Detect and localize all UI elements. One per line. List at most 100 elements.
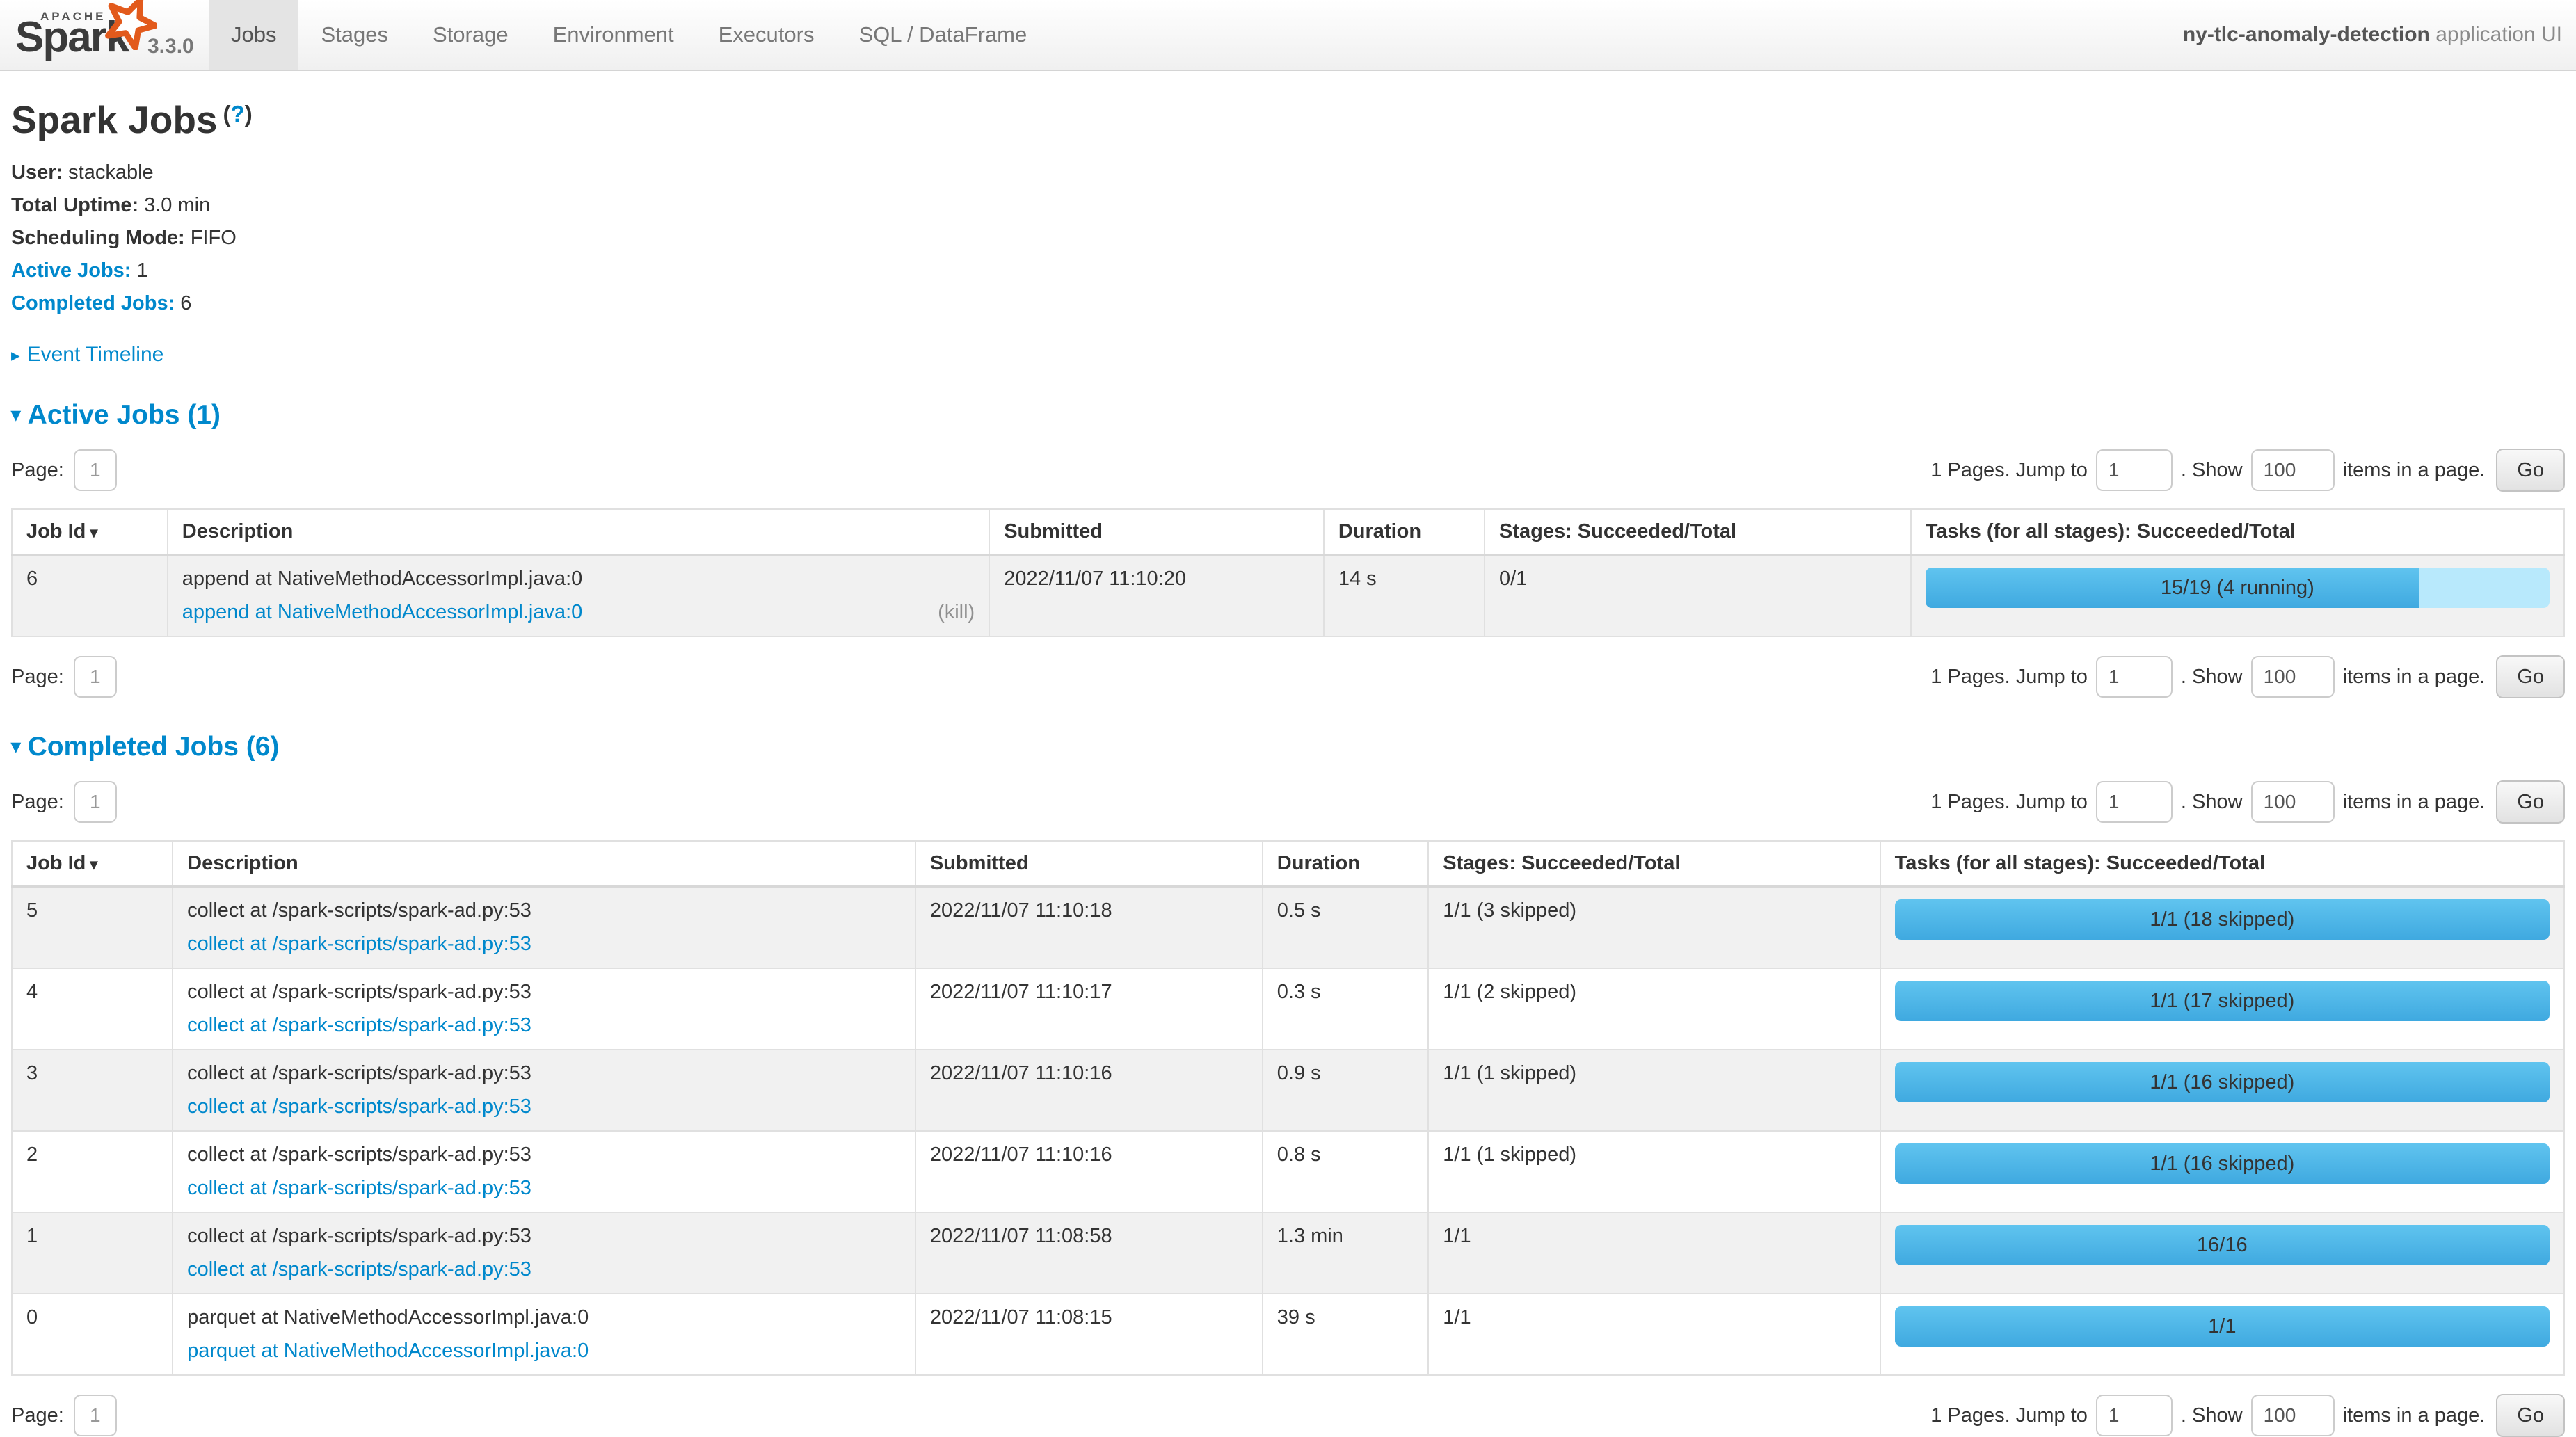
go-button[interactable]: Go	[2496, 449, 2565, 492]
completed-jobs-table: Job Id▾ Description Submitted Duration S…	[11, 840, 2565, 1376]
submitted-cell: 2022/11/07 11:10:17	[915, 968, 1263, 1050]
go-button[interactable]: Go	[2496, 1394, 2565, 1437]
job-detail-link[interactable]: append at NativeMethodAccessorImpl.java:…	[182, 601, 582, 623]
tasks-progress-bar: 1/1 (17 skipped)	[1895, 981, 2550, 1021]
job-summary-list: User:stackable Total Uptime:3.0 min Sche…	[11, 161, 2565, 315]
items-text: items in a page.	[2343, 666, 2486, 689]
summary-active-jobs: Active Jobs:1	[11, 259, 2565, 282]
duration-cell: 1.3 min	[1263, 1212, 1428, 1294]
job-detail-link[interactable]: collect at /spark-scripts/spark-ad.py:53	[187, 933, 531, 955]
tasks-cell: 1/1 (16 skipped)	[1880, 1131, 2564, 1212]
tasks-cell: 1/1 (16 skipped)	[1880, 1050, 2564, 1131]
kill-link[interactable]: (kill)	[938, 601, 975, 624]
tab-executors[interactable]: Executors	[696, 0, 837, 70]
completed-jobs-link[interactable]: Completed Jobs:	[11, 292, 175, 314]
tab-jobs[interactable]: Jobs	[209, 0, 298, 70]
description-cell: collect at /spark-scripts/spark-ad.py:53…	[173, 1212, 915, 1294]
collapse-arrow-icon: ▾	[11, 736, 21, 757]
page-size-input[interactable]	[2251, 656, 2335, 698]
items-text: items in a page.	[2343, 791, 2486, 814]
description-cell: parquet at NativeMethodAccessorImpl.java…	[173, 1294, 915, 1375]
page-label: Page:	[11, 791, 64, 814]
page-size-input[interactable]	[2251, 1395, 2335, 1436]
tab-environment[interactable]: Environment	[531, 0, 696, 70]
table-header-row: Job Id▾ Description Submitted Duration S…	[12, 841, 2564, 887]
column-header-job-id[interactable]: Job Id▾	[12, 509, 168, 555]
duration-cell: 14 s	[1324, 555, 1485, 637]
event-timeline-toggle[interactable]: ▸Event Timeline	[11, 343, 2565, 367]
column-header-description[interactable]: Description	[173, 841, 915, 887]
jump-to-input[interactable]	[2096, 1395, 2173, 1436]
sort-desc-icon: ▾	[90, 524, 97, 541]
page-label: Page:	[11, 1404, 64, 1427]
column-header-stages[interactable]: Stages: Succeeded/Total	[1428, 841, 1880, 887]
submitted-cell: 2022/11/07 11:10:16	[915, 1131, 1263, 1212]
table-header-row: Job Id▾ Description Submitted Duration S…	[12, 509, 2564, 555]
items-text: items in a page.	[2343, 459, 2486, 482]
stages-cell: 0/1	[1485, 555, 1911, 637]
pages-jump-text: 1 Pages. Jump to	[1930, 1404, 2088, 1427]
page-size-input[interactable]	[2251, 781, 2335, 823]
page-size-input[interactable]	[2251, 449, 2335, 491]
column-header-tasks[interactable]: Tasks (for all stages): Succeeded/Total	[1911, 509, 2564, 555]
column-header-description[interactable]: Description	[168, 509, 989, 555]
help-icon[interactable]: (?)	[223, 101, 253, 127]
column-header-duration[interactable]: Duration	[1324, 509, 1485, 555]
tasks-progress-bar: 1/1 (18 skipped)	[1895, 899, 2550, 940]
table-row: 6 append at NativeMethodAccessorImpl.jav…	[12, 555, 2564, 637]
table-row: 3 collect at /spark-scripts/spark-ad.py:…	[12, 1050, 2564, 1131]
job-detail-link[interactable]: collect at /spark-scripts/spark-ad.py:53	[187, 1177, 531, 1199]
page-label: Page:	[11, 459, 64, 482]
description-cell: collect at /spark-scripts/spark-ad.py:53…	[173, 1050, 915, 1131]
column-header-submitted[interactable]: Submitted	[915, 841, 1263, 887]
column-header-tasks[interactable]: Tasks (for all stages): Succeeded/Total	[1880, 841, 2564, 887]
go-button[interactable]: Go	[2496, 780, 2565, 824]
page-number-input[interactable]	[74, 781, 117, 823]
expand-arrow-icon: ▸	[11, 346, 20, 365]
jump-to-input[interactable]	[2096, 656, 2173, 698]
spark-logo[interactable]: APACHE Spark 3.3.0	[0, 0, 209, 70]
stages-cell: 1/1 (2 skipped)	[1428, 968, 1880, 1050]
tasks-cell: 1/1 (18 skipped)	[1880, 887, 2564, 969]
summary-completed-jobs: Completed Jobs:6	[11, 292, 2565, 315]
job-id-cell: 4	[12, 968, 173, 1050]
nav-tabs: Jobs Stages Storage Environment Executor…	[209, 0, 1049, 70]
show-text: . Show	[2181, 1404, 2243, 1427]
job-id-cell: 6	[12, 555, 168, 637]
stages-cell: 1/1 (1 skipped)	[1428, 1050, 1880, 1131]
active-jobs-section-heading[interactable]: ▾Active Jobs (1)	[11, 400, 2565, 431]
tab-stages[interactable]: Stages	[298, 0, 410, 70]
page-number-input[interactable]	[74, 1395, 117, 1436]
main-content: Spark Jobs(?) User:stackable Total Uptim…	[0, 97, 2576, 1437]
tasks-progress-bar: 1/1 (16 skipped)	[1895, 1062, 2550, 1102]
job-id-cell: 1	[12, 1212, 173, 1294]
job-detail-link[interactable]: collect at /spark-scripts/spark-ad.py:53	[187, 1095, 531, 1118]
tab-sql-dataframe[interactable]: SQL / DataFrame	[836, 0, 1049, 70]
items-text: items in a page.	[2343, 1404, 2486, 1427]
jump-to-input[interactable]	[2096, 449, 2173, 491]
column-header-duration[interactable]: Duration	[1263, 841, 1428, 887]
tasks-progress-bar: 15/19 (4 running)	[1926, 568, 2550, 608]
collapse-arrow-icon: ▾	[11, 404, 21, 425]
column-header-submitted[interactable]: Submitted	[989, 509, 1324, 555]
go-button[interactable]: Go	[2496, 655, 2565, 698]
active-jobs-link[interactable]: Active Jobs:	[11, 259, 131, 282]
job-detail-link[interactable]: parquet at NativeMethodAccessorImpl.java…	[187, 1340, 589, 1362]
job-detail-link[interactable]: collect at /spark-scripts/spark-ad.py:53	[187, 1014, 531, 1036]
jump-to-input[interactable]	[2096, 781, 2173, 823]
tab-storage[interactable]: Storage	[410, 0, 531, 70]
spark-version: 3.3.0	[147, 35, 194, 58]
column-header-stages[interactable]: Stages: Succeeded/Total	[1485, 509, 1911, 555]
page-number-input[interactable]	[74, 656, 117, 698]
column-header-job-id[interactable]: Job Id▾	[12, 841, 173, 887]
pages-jump-text: 1 Pages. Jump to	[1930, 791, 2088, 814]
job-detail-link[interactable]: collect at /spark-scripts/spark-ad.py:53	[187, 1258, 531, 1281]
page-number-input[interactable]	[74, 449, 117, 491]
completed-jobs-section-heading[interactable]: ▾Completed Jobs (6)	[11, 732, 2565, 762]
pagination-completed-bottom: Page: 1 Pages. Jump to . Show items in a…	[11, 1394, 2565, 1437]
duration-cell: 0.9 s	[1263, 1050, 1428, 1131]
stages-cell: 1/1 (1 skipped)	[1428, 1131, 1880, 1212]
table-row: 5 collect at /spark-scripts/spark-ad.py:…	[12, 887, 2564, 969]
submitted-cell: 2022/11/07 11:08:15	[915, 1294, 1263, 1375]
job-id-cell: 2	[12, 1131, 173, 1212]
